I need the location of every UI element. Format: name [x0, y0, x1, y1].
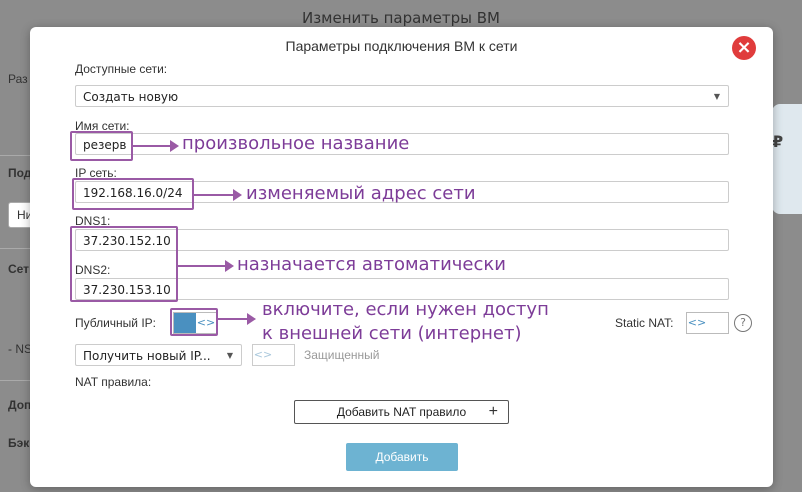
annotation-dns: назначается автоматически	[237, 254, 506, 275]
annotation-arrow	[194, 189, 242, 201]
public-ip-label: Публичный IP:	[75, 316, 157, 330]
available-networks-select[interactable]: Создать новую ▼	[75, 85, 729, 107]
add-nat-rule-button[interactable]: Добавить NAT правило +	[294, 400, 509, 424]
add-button[interactable]: Добавить	[346, 443, 458, 471]
chevron-down-icon: ▼	[226, 351, 233, 360]
background-fragment: Бэк	[8, 436, 30, 450]
static-nat-toggle[interactable]: <>	[686, 312, 729, 334]
close-button[interactable]: ×	[732, 36, 756, 60]
background-fragment: - NS	[8, 342, 32, 356]
protected-label: Защищенный	[304, 348, 380, 362]
help-icon[interactable]: ?	[734, 314, 752, 332]
toggle-off-track	[707, 313, 728, 333]
annotation-public-ip-line1: включите, если нужен доступ	[262, 299, 549, 320]
nat-rules-label: NAT правила:	[75, 375, 152, 389]
annotation-arrow	[218, 313, 256, 325]
annotation-network-name: произвольное название	[182, 133, 410, 154]
highlight-dns	[70, 226, 178, 302]
background-fragment: Сет	[8, 262, 30, 276]
highlight-network-name	[70, 131, 133, 161]
plus-icon: +	[488, 403, 498, 420]
add-nat-rule-label: Добавить NAT правило	[336, 405, 467, 419]
background-card	[772, 104, 802, 214]
toggle-handle-icon: <>	[253, 348, 273, 361]
add-button-label: Добавить	[375, 450, 429, 464]
background-currency: ₽	[772, 132, 784, 151]
ip-allocation-value: Получить новый IP...	[83, 349, 211, 363]
annotation-arrow	[133, 140, 179, 152]
background-fragment: Раз	[8, 72, 28, 86]
chevron-down-icon: ▼	[713, 92, 720, 101]
modal-title: Параметры подключения ВМ к сети	[285, 38, 518, 54]
toggle-handle-icon: <>	[687, 316, 707, 329]
static-nat-label: Static NAT:	[615, 316, 674, 330]
background-fragment: Под	[8, 166, 32, 180]
toggle-off-track	[273, 345, 294, 365]
available-networks-label: Доступные сети:	[75, 62, 168, 76]
annotation-arrow	[178, 260, 234, 272]
annotation-public-ip-line2: к внешней сети (интернет)	[262, 323, 522, 344]
protected-toggle[interactable]: <>	[252, 344, 295, 366]
background-fragment: Доп	[8, 398, 32, 412]
highlight-ip-network	[72, 178, 194, 210]
background-page-title: Изменить параметры ВМ	[301, 9, 500, 27]
annotation-ip-network: изменяемый адрес сети	[246, 183, 476, 204]
available-networks-value: Создать новую	[83, 90, 179, 104]
highlight-public-ip	[170, 308, 218, 336]
close-icon: ×	[736, 37, 752, 58]
ip-allocation-select[interactable]: Получить новый IP... ▼	[75, 344, 242, 366]
